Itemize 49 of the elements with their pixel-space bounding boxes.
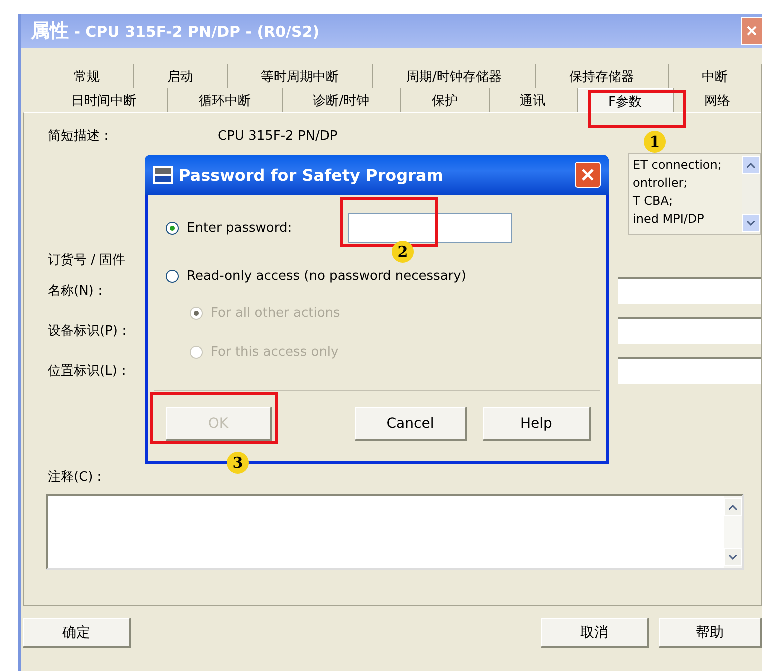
arrow-up-icon: [729, 504, 737, 510]
help-button[interactable]: 帮助: [659, 618, 762, 648]
field-label: 简短描述：: [48, 128, 114, 145]
scroll-down-button[interactable]: [724, 548, 742, 566]
scroll-up-button[interactable]: [742, 156, 760, 174]
field-label: 注释(C)：: [48, 469, 108, 486]
tab[interactable]: 日时间中断: [41, 88, 168, 112]
arrow-down-icon: [729, 554, 737, 560]
description-line: ined MPI/DP: [633, 211, 706, 228]
input-field[interactable]: [618, 317, 761, 344]
scroll-down-button[interactable]: [742, 214, 760, 232]
cancel-button[interactable]: 取消: [541, 618, 649, 648]
tab[interactable]: 网络: [674, 88, 762, 112]
tab[interactable]: 循环中断: [168, 88, 283, 112]
field-label: 设备标识(P)：: [48, 322, 132, 340]
radio-button[interactable]: [166, 270, 179, 283]
radio-option[interactable]: Enter password:: [166, 213, 606, 243]
field-label: 订货号 / 固件: [48, 252, 127, 269]
radio-button[interactable]: [166, 222, 179, 234]
field-value: CPU 315F-2 PN/DP: [218, 128, 338, 144]
input-field[interactable]: [618, 277, 761, 304]
cancel-button[interactable]: Cancel: [355, 407, 467, 441]
comment-field[interactable]: [46, 494, 744, 570]
description-line: ontroller;: [633, 175, 689, 192]
radio-option[interactable]: Read-only access (no password necessary): [166, 269, 606, 284]
scroll-up-button[interactable]: [724, 498, 742, 516]
dialog-title: Password for Safety Program: [179, 166, 444, 184]
close-button[interactable]: [575, 162, 601, 188]
field-label: 位置标识(L)：: [48, 362, 132, 380]
password-field[interactable]: [348, 213, 512, 243]
tab[interactable]: 启动: [134, 64, 228, 88]
tab[interactable]: 诊断/时钟: [282, 88, 402, 112]
close-icon: [747, 26, 757, 36]
window-title: 属性 - CPU 315F-2 PN/DP - (R0/S2): [31, 19, 320, 44]
description-line: T CBA;: [633, 193, 674, 210]
arrow-down-icon: [747, 220, 755, 226]
app-icon: [153, 166, 173, 184]
arrow-up-icon: [747, 162, 755, 168]
tab[interactable]: 周期/时钟存储器: [373, 64, 536, 88]
field-label: 名称(N)：: [48, 282, 108, 300]
tab[interactable]: 保护: [401, 88, 490, 112]
ok-button[interactable]: 确定: [23, 618, 131, 648]
tab[interactable]: 常规: [41, 64, 134, 88]
close-icon: [582, 169, 594, 181]
close-button[interactable]: [741, 17, 762, 45]
help-button[interactable]: Help: [483, 407, 591, 441]
input-field[interactable]: [618, 357, 761, 384]
tab[interactable]: 等时周期中断: [228, 64, 374, 88]
description-line: ET connection;: [633, 157, 723, 174]
